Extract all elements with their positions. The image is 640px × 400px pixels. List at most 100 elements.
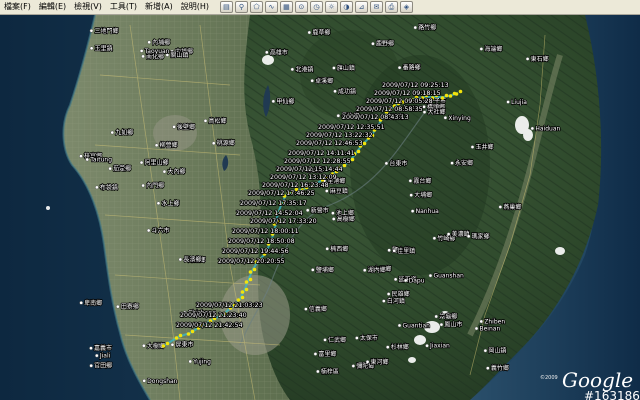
track-timestamp-label[interactable]: 2009/07/12 17:35:17: [239, 199, 307, 208]
track-point[interactable]: [444, 93, 449, 98]
menu-item-2[interactable]: 檢視(V): [70, 0, 106, 14]
place-marker[interactable]: Guanshan: [428, 272, 465, 280]
place-label: 瑪家鄉: [472, 232, 490, 240]
track-timestamp-label[interactable]: 2009/07/12 09:05:28: [365, 97, 433, 106]
watermark-text: #163186: [584, 389, 640, 400]
track-timestamp-label[interactable]: 2009/07/12 21:42:54: [175, 321, 243, 330]
track-point[interactable]: [190, 329, 195, 334]
place-label: 甲仙鄉: [276, 97, 294, 105]
place-marker[interactable]: Guantian: [397, 322, 431, 330]
track-point[interactable]: [356, 149, 361, 154]
place-marker[interactable]: Taoyuan: [139, 47, 170, 56]
place-dot-icon: [336, 113, 341, 118]
place-dot-icon: [331, 211, 335, 215]
track-timestamp-label[interactable]: 2009/07/12 14:52:04: [235, 209, 303, 218]
place-label: 美濃鎮: [452, 230, 470, 238]
track-point[interactable]: [240, 295, 245, 300]
place-marker[interactable]: Zhiben: [479, 318, 506, 326]
maps-button[interactable]: ◈: [399, 1, 413, 13]
track-point[interactable]: [248, 277, 253, 282]
track-timestamp-label[interactable]: 2009/07/12 13:12:09: [269, 173, 337, 182]
place-marker[interactable]: 阿里山鄉: [139, 158, 169, 167]
track-point[interactable]: [350, 157, 355, 162]
track-point[interactable]: [440, 96, 445, 100]
track-timestamp-label[interactable]: 2009/07/12 20:20:55: [217, 257, 285, 266]
place-marker[interactable]: Xinying: [443, 114, 472, 123]
place-dot-icon: [413, 25, 418, 30]
place-marker[interactable]: 三地門鄉: [89, 26, 119, 36]
email-button[interactable]: ✉: [369, 1, 383, 13]
track-point[interactable]: [165, 341, 170, 346]
place-marker[interactable]: Dongshan: [142, 377, 178, 386]
track-point[interactable]: [448, 94, 453, 98]
path-button[interactable]: ∿: [264, 1, 278, 13]
place-marker[interactable]: Jiaxian: [425, 342, 451, 351]
place-dot-icon: [474, 326, 479, 331]
track-timestamp-label[interactable]: 2009/07/12 16:23:48: [261, 181, 329, 190]
track-timestamp-label[interactable]: 2009/07/12 13:22:32: [305, 131, 373, 140]
track-timestamp-label[interactable]: 2009/07/12 08:58:35: [355, 105, 423, 114]
menu-item-4[interactable]: 新增(A): [141, 0, 177, 14]
place-dot-icon: [410, 209, 415, 213]
track-timestamp-label[interactable]: 2009/07/12 17:33:20: [249, 217, 317, 226]
place-marker[interactable]: Taitung: [85, 156, 113, 164]
place-dot-icon: [333, 89, 337, 94]
track-point[interactable]: [244, 280, 249, 284]
track-point[interactable]: [458, 89, 463, 94]
menu-item-5[interactable]: 說明(H): [177, 0, 213, 14]
menu-item-1[interactable]: 編輯(E): [35, 0, 70, 14]
place-dot-icon: [323, 338, 327, 342]
track-timestamp-label[interactable]: 2009/07/12 09:25:13: [381, 81, 449, 90]
place-marker[interactable]: Haiduan: [530, 125, 561, 133]
sidebar-button[interactable]: ▤: [219, 1, 233, 13]
place-marker[interactable]: Beinan: [474, 325, 501, 333]
placemark-button[interactable]: ⚲: [234, 1, 248, 13]
place-label: Taoyuan: [144, 48, 170, 55]
ruler-button[interactable]: ⊿: [354, 1, 368, 13]
overlay-button[interactable]: ▦: [279, 1, 293, 13]
tour-button[interactable]: ⊙: [294, 1, 308, 13]
track-point[interactable]: [178, 333, 183, 338]
track-point[interactable]: [240, 290, 245, 294]
track-timestamp-label[interactable]: 2009/07/12 18:50:08: [227, 237, 295, 246]
place-dot-icon: [89, 346, 93, 350]
track-timestamp-label[interactable]: 2009/07/12 12:46:53: [295, 139, 363, 148]
track-timestamp-label[interactable]: 2009/07/12 15:14:44: [275, 165, 343, 174]
track-point[interactable]: [248, 270, 253, 274]
track-point[interactable]: [362, 141, 367, 146]
track-timestamp-label[interactable]: 2009/07/12 19:44:56: [221, 247, 289, 256]
track-timestamp-label[interactable]: 2009/07/12 08:43:13: [341, 113, 409, 122]
track-timestamp-label[interactable]: 2009/07/12 21:23:40: [179, 311, 247, 320]
track-timestamp-label[interactable]: 2009/07/12 21:03:23: [195, 301, 263, 310]
satellite-map[interactable]: 斗六市北港鎮民雄鄉嘉義市朴子市太保市中埔鄉番路鄉竹崎鄉水上鄉鹿草鄉義竹鄉布袋鎮東…: [0, 15, 640, 400]
track-point[interactable]: [244, 287, 249, 292]
track-point[interactable]: [174, 336, 179, 340]
track-timestamp-label[interactable]: 2009/07/12 12:28:55: [283, 157, 351, 166]
menu-item-3[interactable]: 工具(T): [106, 0, 141, 14]
place-label: 民雄鄉: [392, 290, 410, 298]
track-point[interactable]: [454, 92, 459, 96]
sun-button[interactable]: ☼: [324, 1, 338, 13]
overlay-icon: ▦: [283, 2, 290, 11]
track-timestamp-label[interactable]: 2009/07/12 14:11:41: [287, 149, 355, 158]
track-timestamp-label[interactable]: 2009/07/12 18:00:11: [231, 227, 299, 236]
place-label: Dongshan: [147, 378, 178, 385]
place-label: 鹿草鄉: [312, 29, 330, 37]
track-point[interactable]: [186, 332, 191, 336]
toolbar: ▤ ⚲ ⬠ ∿ ▦ ⊙ ◷ ☼ ◑ ⊿ ✉ ⎙ ◈: [219, 1, 414, 13]
polygon-button[interactable]: ⬠: [249, 1, 263, 13]
place-marker[interactable]: Nanhua: [410, 207, 440, 216]
track-timestamp-label[interactable]: 2009/07/12 09:18:15: [373, 89, 441, 98]
place-label: 大社鄉: [427, 108, 445, 116]
track-timestamp-label[interactable]: 2009/07/12 12:35:51: [317, 123, 385, 132]
place-dot-icon: [403, 278, 408, 283]
track-point[interactable]: [161, 344, 166, 348]
map-view[interactable]: 斗六市 北港鎮 民雄鄉 嘉義市 朴子市 太保市 中埔鄉 番路鄉 竹崎鄉 水上鄉 鹿草鄉 義竹鄉 布袋鎮東…: [0, 15, 640, 400]
track-timestamp-label[interactable]: 2009/07/12 17:46:25: [247, 189, 315, 198]
track-point[interactable]: [252, 267, 257, 272]
print-button[interactable]: ⎙: [384, 1, 398, 13]
planets-button[interactable]: ◑: [339, 1, 353, 13]
history-button[interactable]: ◷: [309, 1, 323, 13]
menu-item-0[interactable]: 檔案(F): [0, 0, 35, 14]
place-label: 太保市: [360, 334, 378, 342]
